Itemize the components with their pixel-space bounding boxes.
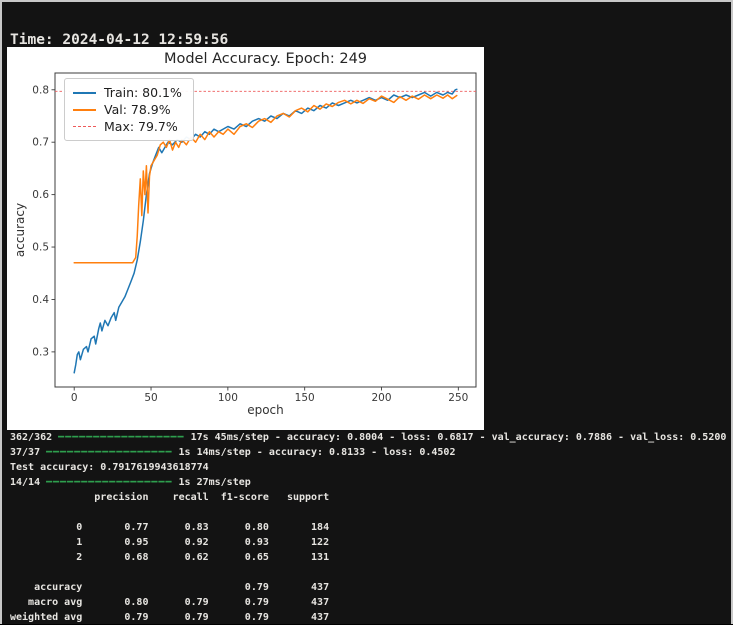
y-tick-label: 0.5 <box>32 242 49 254</box>
y-tick-label: 0.6 <box>32 189 49 201</box>
terminal-output: 362/362 ━━━━━━━━━━━━━━━━━━ 17s 45ms/step… <box>10 430 726 625</box>
y-tick-label: 0.7 <box>32 137 49 149</box>
terminal-line: weighted avg 0.79 0.79 0.79 437 <box>10 610 726 625</box>
terminal-text: accuracy 0.79 437 <box>10 582 329 593</box>
terminal-line: accuracy 0.79 437 <box>10 580 726 595</box>
chart-title: Model Accuracy. Epoch: 249 <box>55 51 476 67</box>
terminal-text: precision recall f1-score support <box>10 492 329 503</box>
x-axis-label: epoch <box>55 403 476 417</box>
terminal-line: 1 0.95 0.92 0.93 122 <box>10 535 726 550</box>
progress-bar: ━━━━━━━━━━━━━━━━━━ <box>58 432 184 443</box>
y-tick-label: 0.8 <box>32 84 49 96</box>
terminal-text: 1 0.95 0.92 0.93 122 <box>10 537 329 548</box>
y-tick-label: 0.3 <box>32 346 49 358</box>
chart-legend: Train: 80.1% Val: 78.9% Max: 79.7% <box>64 78 194 141</box>
legend-label: Train: 80.1% <box>104 85 182 100</box>
terminal-text: Test accuracy: 0.7917619943618774 <box>10 462 209 473</box>
terminal-text: weighted avg 0.79 0.79 0.79 437 <box>10 612 329 623</box>
terminal-line <box>10 505 726 520</box>
legend-line-swatch <box>73 126 96 127</box>
terminal-text: 37/37 <box>10 447 46 458</box>
terminal-line <box>10 565 726 580</box>
terminal-text: 1s 27ms/step <box>173 477 251 488</box>
legend-label: Val: 78.9% <box>104 102 171 117</box>
progress-bar: ━━━━━━━━━━━━━━━━━━ <box>46 477 172 488</box>
accuracy-figure: 0501001502002500.30.40.50.60.70.8 Model … <box>7 47 484 430</box>
terminal-line: 0 0.77 0.83 0.80 184 <box>10 520 726 535</box>
terminal-line: 362/362 ━━━━━━━━━━━━━━━━━━ 17s 45ms/step… <box>10 430 726 445</box>
terminal-text <box>10 567 16 578</box>
terminal-text: macro avg 0.80 0.79 0.79 437 <box>10 597 329 608</box>
legend-line-swatch <box>73 109 96 111</box>
legend-item: Train: 80.1% <box>73 84 182 101</box>
terminal-line: 37/37 ━━━━━━━━━━━━━━━━━━ 1s 14ms/step - … <box>10 445 726 460</box>
terminal-text: 0 0.77 0.83 0.80 184 <box>10 522 329 533</box>
progress-bar: ━━━━━━━━━━━━━━━━━━ <box>46 447 172 458</box>
terminal-window: Time: 2024-04-12 12:59:56 Started: 1:05:… <box>0 0 733 624</box>
terminal-text: 14/14 <box>10 477 46 488</box>
legend-label: Max: 79.7% <box>104 119 178 134</box>
terminal-text: 17s 45ms/step - accuracy: 0.8004 - loss:… <box>185 432 727 443</box>
terminal-text: 2 0.68 0.62 0.65 131 <box>10 552 329 563</box>
terminal-text <box>10 507 16 518</box>
terminal-text: 1s 14ms/step - accuracy: 0.8133 - loss: … <box>173 447 456 458</box>
y-tick-label: 0.4 <box>32 294 49 306</box>
terminal-line: Test accuracy: 0.7917619943618774 <box>10 460 726 475</box>
terminal-line: 2 0.68 0.62 0.65 131 <box>10 550 726 565</box>
status-time: Time: 2024-04-12 12:59:56 <box>10 33 254 48</box>
terminal-line: 14/14 ━━━━━━━━━━━━━━━━━━ 1s 27ms/step <box>10 475 726 490</box>
terminal-line: precision recall f1-score support <box>10 490 726 505</box>
y-axis-label: accuracy <box>13 195 27 265</box>
terminal-text: 362/362 <box>10 432 58 443</box>
legend-line-swatch <box>73 92 96 94</box>
legend-item: Max: 79.7% <box>73 118 182 135</box>
legend-item: Val: 78.9% <box>73 101 182 118</box>
terminal-line: macro avg 0.80 0.79 0.79 437 <box>10 595 726 610</box>
